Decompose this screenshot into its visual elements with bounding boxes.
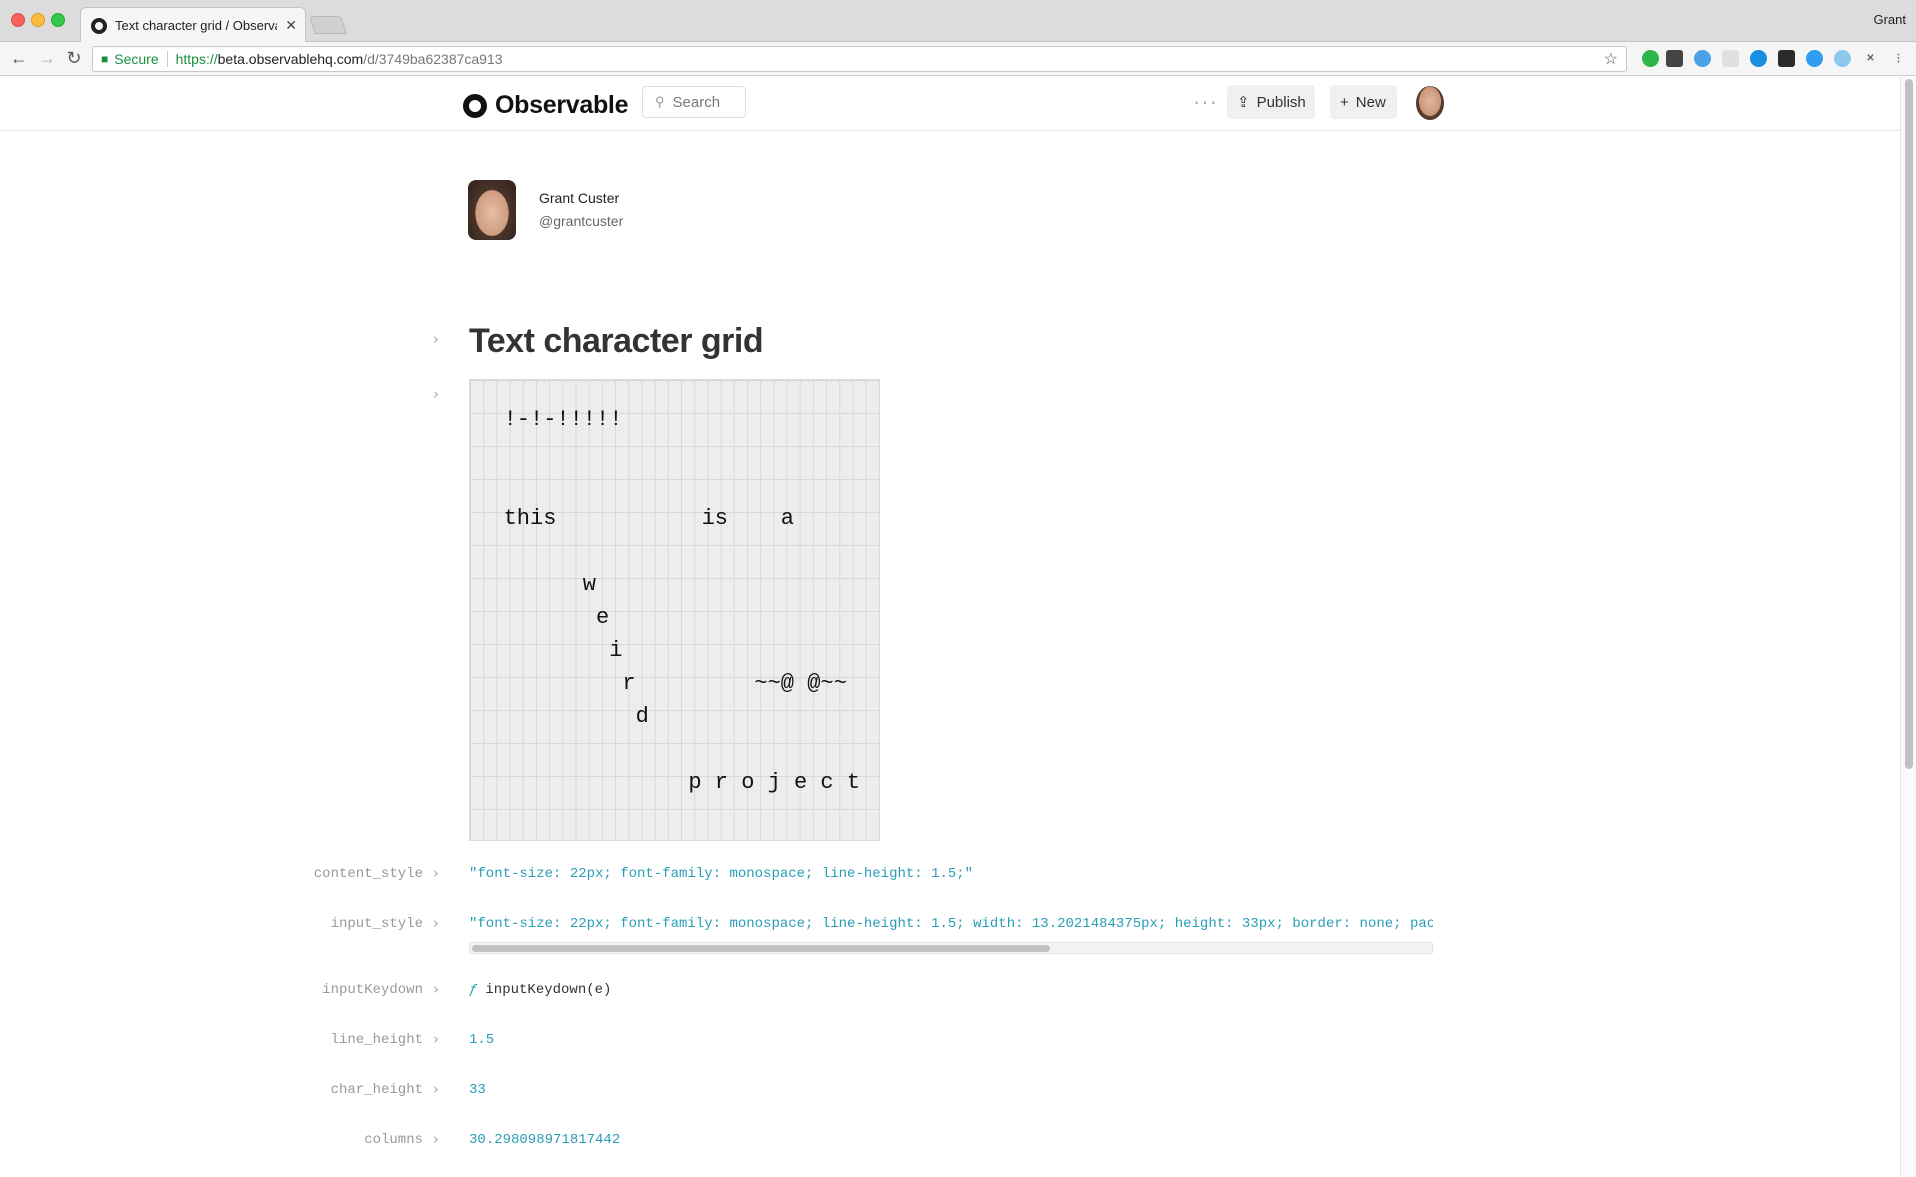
browser-tab-active[interactable]: Text character grid / Observable ✕: [80, 7, 306, 43]
extension-blue-icon[interactable]: [1694, 50, 1711, 67]
back-arrow-icon[interactable]: ←: [8, 48, 30, 69]
page-scrollbar[interactable]: [1900, 77, 1916, 1177]
grid-text-1: this: [503, 506, 557, 531]
extension-pin-icon[interactable]: ✕: [1862, 50, 1879, 67]
cell-value-char-height: 33: [469, 1082, 486, 1098]
maximize-window-button[interactable]: [51, 13, 65, 27]
browser-menu-icon[interactable]: ⋮: [1890, 50, 1907, 67]
brand-name: Observable: [495, 91, 629, 119]
observable-logo-icon: [463, 93, 487, 118]
url-protocol: https://: [175, 51, 218, 67]
observable-logo[interactable]: Observable: [463, 91, 628, 120]
input-style-chevron-icon[interactable]: ›: [433, 914, 439, 932]
input-style-scroll-area[interactable]: "font-size: 22px; font-family: monospace…: [469, 914, 1433, 934]
cell-value-line-height: 1.5: [469, 1032, 495, 1048]
lock-icon: ■: [101, 52, 109, 66]
extension-green-icon[interactable]: [1642, 50, 1659, 67]
extension-gray-icon[interactable]: [1722, 50, 1739, 67]
minimize-window-button[interactable]: [31, 13, 45, 27]
publish-button[interactable]: ⇪ Publish: [1227, 85, 1315, 119]
grid-text-4: w: [582, 572, 596, 597]
author-name[interactable]: Grant Custer: [539, 190, 619, 206]
url-path: /d/3749ba62387ca913: [363, 51, 503, 67]
more-options-icon[interactable]: ···: [1193, 89, 1218, 115]
cell-value-input-keydown[interactable]: ƒ inputKeydown(e): [469, 982, 611, 998]
cell-value-columns: 30.298098971817442: [469, 1132, 621, 1148]
extension-ring-icon[interactable]: [1806, 50, 1823, 67]
publish-label: Publish: [1256, 93, 1306, 111]
extension-dark-icon[interactable]: [1666, 50, 1683, 67]
extension-circle-icon[interactable]: [1750, 50, 1767, 67]
search-placeholder: Search: [672, 93, 721, 111]
new-label: New: [1355, 93, 1386, 111]
new-button[interactable]: + New: [1330, 85, 1397, 119]
close-window-button[interactable]: [11, 13, 25, 27]
cell-label-columns: columns: [364, 1132, 423, 1148]
function-icon: ƒ: [469, 982, 478, 998]
input-style-scrollbar-thumb[interactable]: [472, 945, 1050, 952]
browser-toolbar: ← → ↻ ■ Secure https:// beta.observableh…: [0, 42, 1916, 76]
grid-text-7: r: [622, 671, 636, 696]
grid-text-10: p r o j e c t: [688, 770, 861, 795]
secure-label: Secure: [114, 51, 159, 67]
cell-label-char-height: char_height: [330, 1082, 423, 1098]
page-scrollbar-thumb[interactable]: [1905, 79, 1913, 769]
author-avatar[interactable]: [468, 180, 516, 240]
observable-header: Observable ⚲ Search ··· ⇪ Publish + New: [0, 77, 1900, 131]
grid-text-6: i: [609, 638, 623, 663]
reload-icon[interactable]: ↻: [63, 48, 85, 69]
search-icon: ⚲: [655, 94, 665, 109]
cell-label-content-style: content_style: [313, 866, 423, 882]
grid-text-5: e: [596, 605, 610, 630]
cell-label-line-height: line_height: [330, 1032, 423, 1048]
url-host: beta.observablehq.com: [217, 51, 364, 67]
cell-label-input-style: input_style: [330, 916, 423, 932]
cell-value-content-style: "font-size: 22px; font-family: monospace…: [469, 866, 974, 882]
tab-title: Text character grid / Observable: [115, 18, 277, 33]
notebook-title: Text character grid: [469, 322, 764, 360]
columns-chevron-icon[interactable]: ›: [433, 1130, 439, 1148]
profile-name[interactable]: Grant: [1873, 12, 1906, 27]
title-cell-chevron-icon[interactable]: ›: [433, 330, 439, 348]
grid-text-9: d: [635, 704, 649, 729]
upload-icon: ⇪: [1237, 94, 1250, 111]
address-bar[interactable]: ■ Secure https:// beta.observablehq.com …: [92, 46, 1627, 72]
character-grid[interactable]: !-!-!!!!! this is a w e i r ~~@ @~~ d p r o j e c …: [469, 379, 880, 841]
address-divider: [166, 51, 168, 67]
bookmark-star-icon[interactable]: ☆: [1604, 49, 1618, 69]
observable-favicon-icon: [91, 17, 107, 34]
input-style-scrollbar[interactable]: [469, 942, 1433, 954]
grid-text-2: is: [701, 506, 728, 531]
extension-light-icon[interactable]: [1834, 50, 1851, 67]
grid-cell-chevron-icon[interactable]: ›: [433, 385, 439, 403]
cell-label-input-keydown: inputKeydown: [322, 982, 423, 998]
line-height-chevron-icon[interactable]: ›: [433, 1030, 439, 1048]
function-signature: inputKeydown(e): [485, 982, 612, 998]
tab-close-icon[interactable]: ✕: [285, 17, 297, 34]
content-style-chevron-icon[interactable]: ›: [433, 864, 439, 882]
browser-titlebar: Text character grid / Observable ✕ Grant: [0, 0, 1916, 43]
author-handle[interactable]: @grantcuster: [539, 213, 623, 229]
grid-text-0: !-!-!!!!!: [503, 407, 623, 432]
new-tab-button[interactable]: [309, 16, 347, 34]
search-input[interactable]: ⚲ Search: [642, 86, 746, 118]
grid-text-3: a: [780, 506, 794, 531]
extension-k-icon[interactable]: [1778, 50, 1795, 67]
input-keydown-chevron-icon[interactable]: ›: [433, 980, 439, 998]
plus-icon: +: [1340, 93, 1349, 111]
grid-text-8: ~~@ @~~: [754, 671, 847, 696]
cell-value-input-style: "font-size: 22px; font-family: monospace…: [469, 916, 1433, 932]
forward-arrow-icon[interactable]: →: [36, 48, 58, 69]
char-height-chevron-icon[interactable]: ›: [433, 1080, 439, 1098]
user-avatar[interactable]: [1416, 86, 1444, 120]
